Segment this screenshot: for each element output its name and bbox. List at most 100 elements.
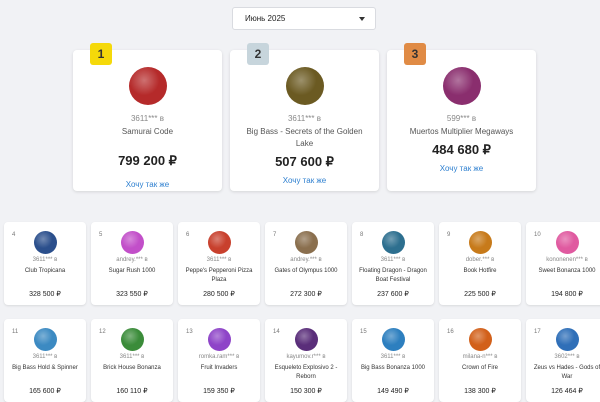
rank-number: 12 xyxy=(99,329,106,335)
rank-badge: 3 xyxy=(404,43,426,65)
win-amount: 237 600 ₽ xyxy=(377,291,409,298)
game-title: Club Tropicana xyxy=(24,268,66,274)
winner-card: 7 andrey.*** в Gates of Olympus 1000 272… xyxy=(265,222,347,305)
winner-card: 15 3611*** в Big Bass Bonanza 1000 149 4… xyxy=(352,319,434,402)
game-title: Brick House Bonanza xyxy=(103,365,161,371)
game-title: Gates of Olympus 1000 xyxy=(274,268,338,274)
win-amount: 149 490 ₽ xyxy=(377,388,409,395)
game-title: Floating Dragon - Dragon Boat Festival xyxy=(359,268,427,283)
chevron-down-icon xyxy=(359,17,365,21)
zeus-vs-hades-game-icon[interactable] xyxy=(555,328,579,351)
game-title: Muertos Multiplier Megaways xyxy=(409,127,514,136)
game-title: Sugar Rush 1000 xyxy=(108,268,156,274)
big-bass-secrets-game-icon[interactable] xyxy=(285,67,324,105)
rank-badge: 1 xyxy=(90,43,112,65)
rank-number: 17 xyxy=(534,329,541,335)
win-amount: 323 550 ₽ xyxy=(116,291,148,298)
winner-card: 5 andrey.*** в Sugar Rush 1000 323 550 ₽ xyxy=(91,222,173,305)
rank-number: 14 xyxy=(273,329,280,335)
win-amount: 328 500 ₽ xyxy=(29,291,61,298)
gates-of-olympus-game-icon[interactable] xyxy=(294,231,318,254)
game-title: Crown of Fire xyxy=(461,365,498,371)
rank-number: 8 xyxy=(360,232,364,238)
game-title: Sweet Bonanza 1000 xyxy=(538,268,596,274)
fruit-invaders-game-icon[interactable] xyxy=(207,328,231,351)
game-title: Fruit Invaders xyxy=(200,365,238,371)
winner-username: 3611*** в xyxy=(32,354,58,360)
podium-card: 1 3611*** в Samurai Code 799 200 ₽ Хочу … xyxy=(73,43,222,191)
want-same-link[interactable]: Хочу так же xyxy=(73,180,222,189)
rank-number: 11 xyxy=(12,329,19,335)
want-same-link[interactable]: Хочу так же xyxy=(230,176,379,185)
winner-username: 3611*** в xyxy=(380,354,406,360)
podium-card: 3 599*** в Muertos Multiplier Megaways 4… xyxy=(387,43,536,191)
winner-username: romka.ram*** в xyxy=(198,354,240,360)
winner-card: 8 3611*** в Floating Dragon - Dragon Boa… xyxy=(352,222,434,305)
win-amount: 194 800 ₽ xyxy=(551,291,583,298)
winner-username: 3611*** в xyxy=(130,114,164,123)
game-title: Big Bass Bonanza 1000 xyxy=(360,365,426,371)
winner-username: 3602*** в xyxy=(554,354,580,360)
game-title: Big Bass Hold & Spinner xyxy=(12,365,78,371)
game-title: Samurai Code xyxy=(121,127,174,136)
rank-badge: 2 xyxy=(247,43,269,65)
sweet-bonanza-game-icon[interactable] xyxy=(555,231,579,254)
winner-username: 3611*** в xyxy=(119,354,145,360)
samurai-code-game-icon[interactable] xyxy=(128,67,167,105)
winner-card: 10 kononenen*** в Sweet Bonanza 1000 194… xyxy=(526,222,600,305)
winner-username: 3611*** в xyxy=(380,257,406,263)
win-amount: 272 300 ₽ xyxy=(290,291,322,298)
winner-card: 9 dober.*** в Book Hotfire 225 500 ₽ xyxy=(439,222,521,305)
winner-card: 6 3611*** в Peppe's Pepperoni Pizza Plaz… xyxy=(178,222,260,305)
rank-number: 16 xyxy=(447,329,454,335)
win-amount: 507 600 ₽ xyxy=(275,154,334,169)
winner-card: 4 3611*** в Club Tropicana 328 500 ₽ xyxy=(4,222,86,305)
winner-card: 17 3602*** в Zeus vs Hades - Gods of War… xyxy=(526,319,600,402)
rank-number: 10 xyxy=(534,232,541,238)
book-hotfire-game-icon[interactable] xyxy=(468,231,492,254)
winner-username: kayumov.r*** в xyxy=(286,354,326,360)
big-bass-hold-spinner-game-icon[interactable] xyxy=(33,328,57,351)
winner-username: 3611*** в xyxy=(287,114,321,123)
win-amount: 159 350 ₽ xyxy=(203,388,235,395)
rank-number: 4 xyxy=(12,232,16,238)
floating-dragon-game-icon[interactable] xyxy=(381,231,405,254)
rank-number: 5 xyxy=(99,232,103,238)
win-amount: 165 600 ₽ xyxy=(29,388,61,395)
rank-number: 6 xyxy=(186,232,190,238)
win-amount: 799 200 ₽ xyxy=(118,153,177,168)
esqueleto-explosivo-game-icon[interactable] xyxy=(294,328,318,351)
podium-card: 2 3611*** в Big Bass - Secrets of the Go… xyxy=(230,43,379,191)
winner-username: andrey.*** в xyxy=(290,257,322,263)
win-amount: 150 300 ₽ xyxy=(290,388,322,395)
win-amount: 484 680 ₽ xyxy=(432,142,491,157)
game-title: Book Hotfire xyxy=(463,268,497,274)
win-amount: 160 110 ₽ xyxy=(116,388,148,395)
winner-username: andrey.*** в xyxy=(116,257,148,263)
month-select-value: Июнь 2025 xyxy=(245,14,286,23)
win-amount: 138 300 ₽ xyxy=(464,388,496,395)
winner-username: dober.*** в xyxy=(465,257,495,263)
brick-house-game-icon[interactable] xyxy=(120,328,144,351)
crown-of-fire-game-icon[interactable] xyxy=(468,328,492,351)
winner-username: milana-n*** в xyxy=(462,354,498,360)
winner-username: 3611*** в xyxy=(32,257,58,263)
win-amount: 126 464 ₽ xyxy=(551,388,583,395)
game-title: Esqueleto Explosivo 2 - Reborn xyxy=(274,365,338,380)
winner-card: 16 milana-n*** в Crown of Fire 138 300 ₽ xyxy=(439,319,521,402)
winner-username: kononenen*** в xyxy=(546,257,588,263)
pepperoni-pizza-game-icon[interactable] xyxy=(207,231,231,254)
rank-number: 13 xyxy=(186,329,193,335)
win-amount: 280 500 ₽ xyxy=(203,291,235,298)
big-bass-bonanza-game-icon[interactable] xyxy=(381,328,405,351)
muertos-multiplier-game-icon[interactable] xyxy=(442,67,481,105)
club-tropicana-game-icon[interactable] xyxy=(33,231,57,254)
winner-username: 3611*** в xyxy=(206,257,232,263)
month-select[interactable]: Июнь 2025 xyxy=(232,7,376,30)
sugar-rush-game-icon[interactable] xyxy=(120,231,144,254)
want-same-link[interactable]: Хочу так же xyxy=(387,164,536,173)
winner-card: 14 kayumov.r*** в Esqueleto Explosivo 2 … xyxy=(265,319,347,402)
winner-card: 12 3611*** в Brick House Bonanza 160 110… xyxy=(91,319,173,402)
winner-card: 13 romka.ram*** в Fruit Invaders 159 350… xyxy=(178,319,260,402)
game-title: Zeus vs Hades - Gods of War xyxy=(533,365,600,380)
